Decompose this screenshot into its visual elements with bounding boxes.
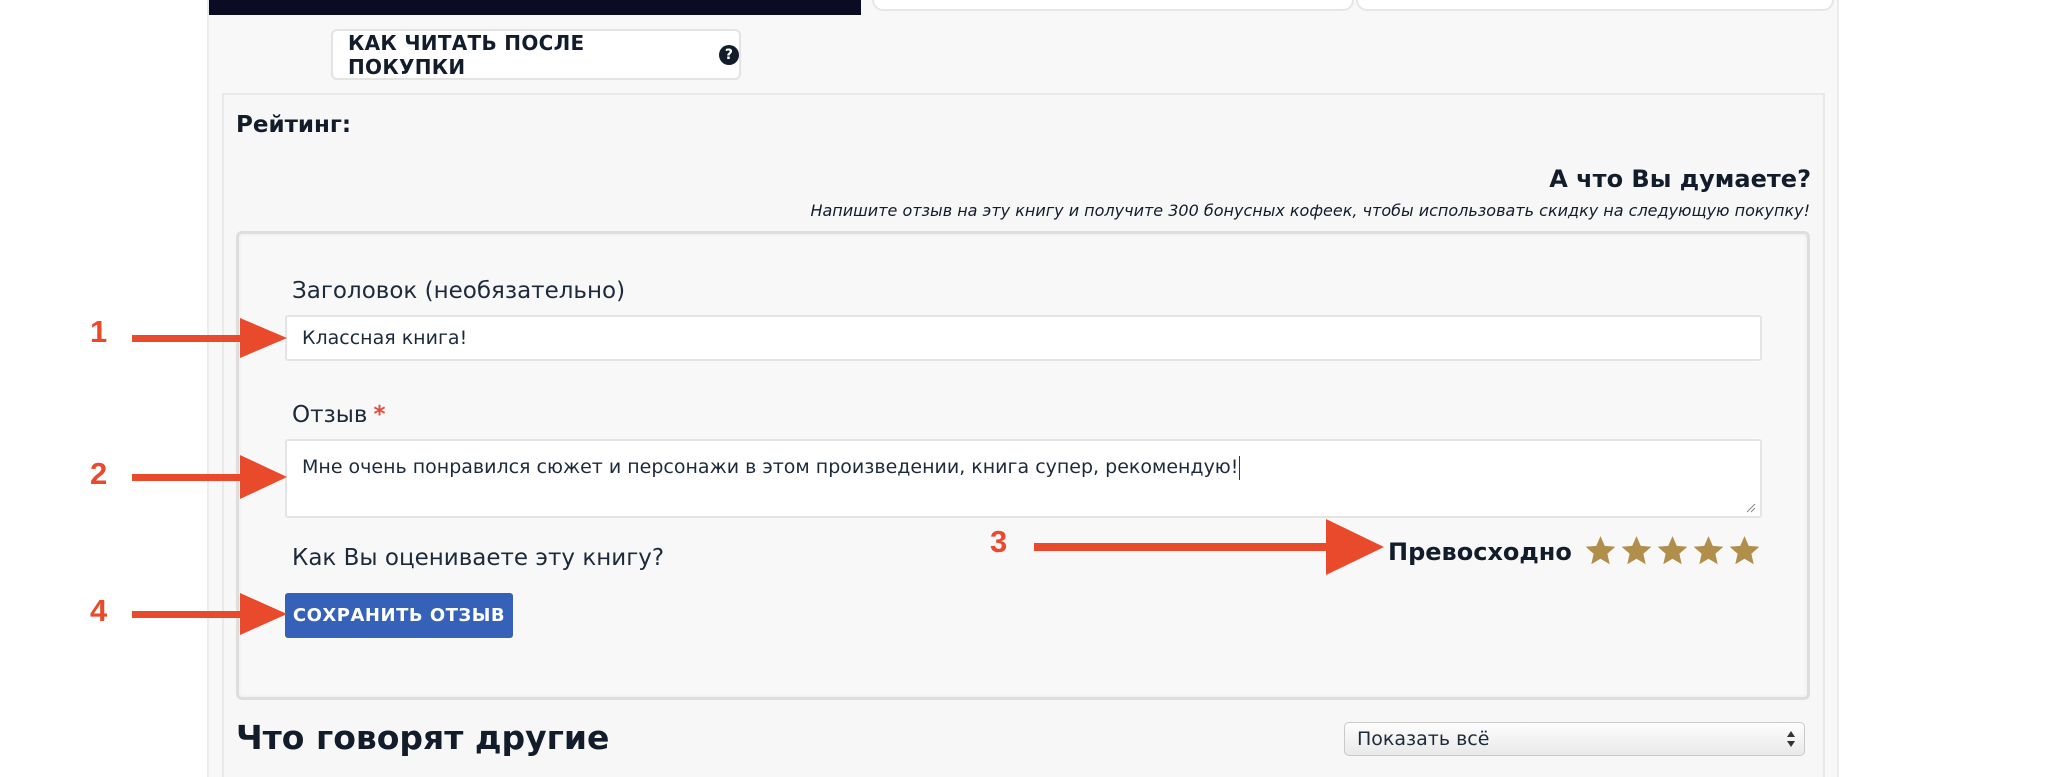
annotation-arrow-1 [132, 318, 287, 358]
review-field-label: Отзыв * [292, 402, 385, 428]
how-to-read-button[interactable]: КАК ЧИТАТЬ ПОСЛЕ ПОКУПКИ ? [331, 29, 741, 80]
resize-handle-icon[interactable] [1746, 503, 1756, 513]
review-title-input[interactable]: Классная книга! [285, 315, 1762, 361]
review-prompt-subtitle: Напишите отзыв на эту книгу и получите 3… [810, 201, 1810, 220]
star-icon[interactable] [1620, 534, 1653, 567]
annotation-arrow-4 [132, 593, 287, 635]
text-cursor [1239, 455, 1241, 480]
star-icon[interactable] [1656, 534, 1689, 567]
star-rating[interactable] [1584, 534, 1761, 567]
top-card-left [872, 0, 1354, 11]
annotation-arrow-2 [132, 455, 287, 499]
question-circle-icon: ? [719, 44, 739, 65]
star-icon[interactable] [1728, 534, 1761, 567]
others-reviews-title: Что говорят другие [236, 718, 610, 757]
review-prompt-title: А что Вы думаете? [1549, 165, 1811, 193]
rating-label: Рейтинг: [236, 112, 352, 138]
book-cover-image[interactable] [209, 0, 861, 15]
annotation-label-4: 4 [90, 593, 108, 628]
select-arrows-icon [1787, 731, 1795, 747]
review-textarea[interactable]: Мне очень понравился сюжет и персонажи в… [285, 439, 1762, 518]
rating-question: Как Вы оцениваете эту книгу? [292, 545, 665, 571]
annotation-label-1: 1 [90, 314, 108, 349]
star-icon[interactable] [1584, 534, 1617, 567]
annotation-arrow-3 [1034, 519, 1384, 575]
required-asterisk: * [373, 402, 386, 428]
review-text: Мне очень понравился сюжет и персонажи в… [302, 456, 1239, 478]
filter-selected-value: Показать всё [1357, 728, 1490, 750]
save-review-button[interactable]: СОХРАНИТЬ ОТЗЫВ [285, 593, 513, 638]
review-label-text: Отзыв [292, 402, 368, 428]
reviews-filter-select[interactable]: Показать всё [1344, 722, 1805, 756]
star-icon[interactable] [1692, 534, 1725, 567]
title-field-label: Заголовок (необязательно) [292, 278, 626, 304]
rating-word: Превосходно [1388, 538, 1572, 566]
annotation-label-2: 2 [90, 456, 108, 491]
annotation-label-3: 3 [990, 524, 1008, 559]
how-to-read-label: КАК ЧИТАТЬ ПОСЛЕ ПОКУПКИ [348, 30, 585, 79]
top-card-right [1356, 0, 1834, 11]
